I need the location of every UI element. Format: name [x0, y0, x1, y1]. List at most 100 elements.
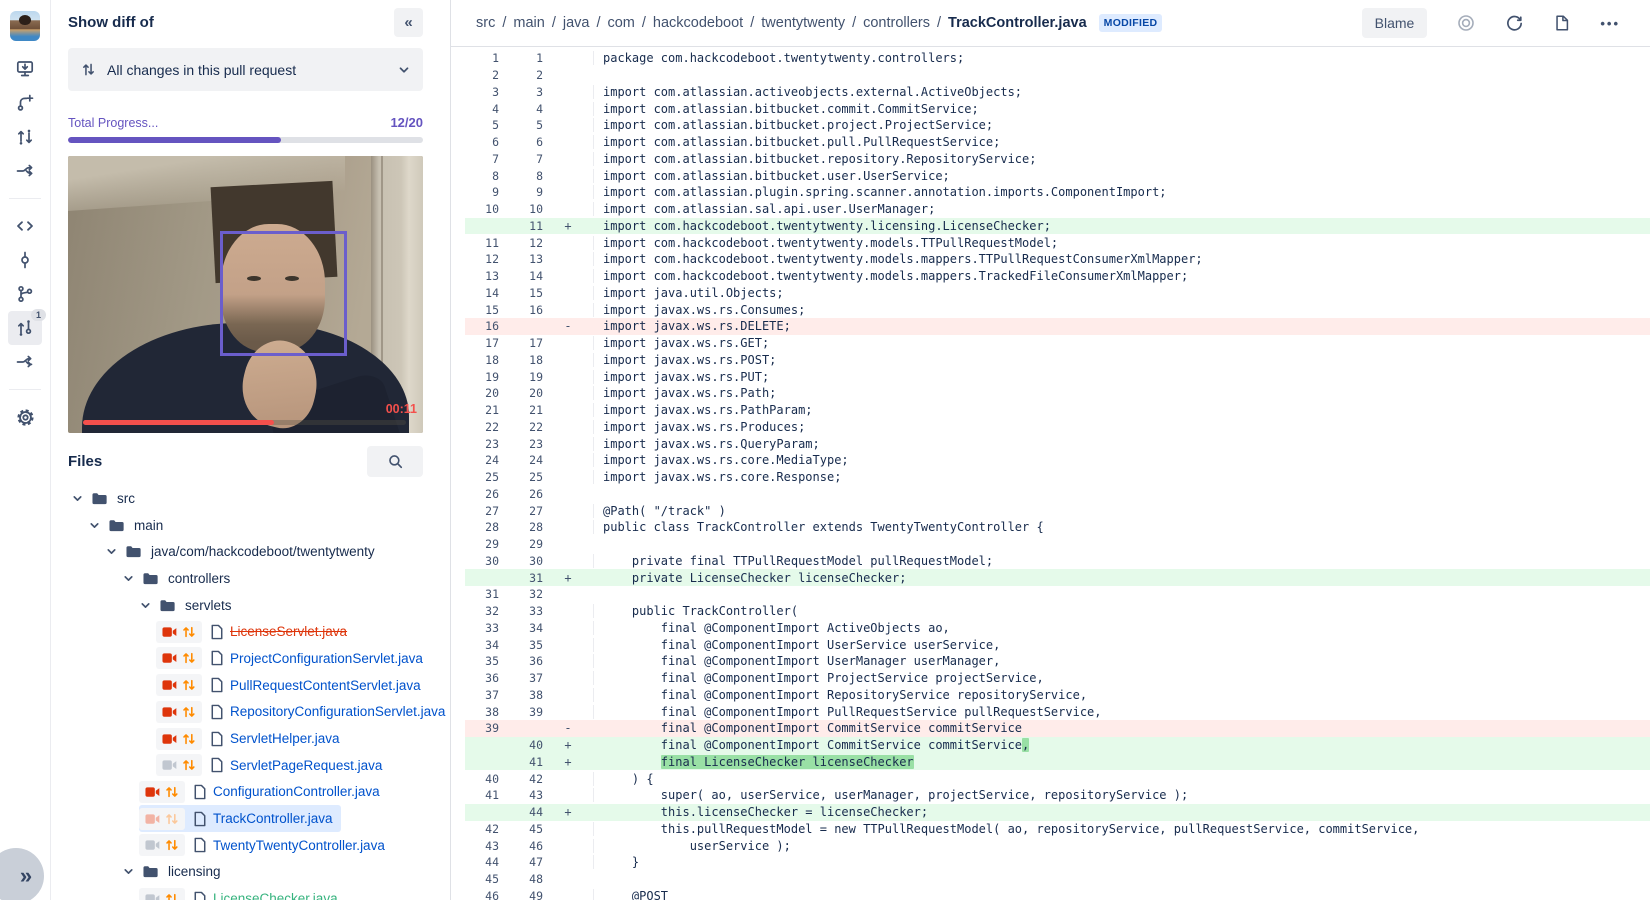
new-line-number[interactable]: 17: [499, 336, 543, 350]
new-line-number[interactable]: 18: [499, 353, 543, 367]
unwatch-target-icon[interactable]: [1456, 13, 1476, 33]
tree-file[interactable]: RepositoryConfigurationServlet.java: [156, 699, 450, 726]
new-line-number[interactable]: 24: [499, 453, 543, 467]
new-line-number[interactable]: 28: [499, 520, 543, 534]
tree-file[interactable]: TwentyTwentyController.java: [139, 832, 393, 859]
old-line-number[interactable]: 17: [465, 336, 499, 350]
new-line-number[interactable]: 19: [499, 370, 543, 384]
tree-file[interactable]: ConfigurationController.java: [139, 779, 388, 806]
new-line-number[interactable]: 15: [499, 286, 543, 300]
new-line-number[interactable]: 49: [499, 889, 543, 900]
old-line-number[interactable]: 13: [465, 269, 499, 283]
old-line-number[interactable]: 46: [465, 889, 499, 900]
old-line-number[interactable]: 37: [465, 688, 499, 702]
new-line-number[interactable]: 42: [499, 772, 543, 786]
old-line-number[interactable]: 18: [465, 353, 499, 367]
old-line-number[interactable]: 9: [465, 185, 499, 199]
old-line-number[interactable]: 10: [465, 202, 499, 216]
pull-request-icon[interactable]: 1: [8, 309, 46, 345]
more-options-button[interactable]: •••: [1600, 16, 1620, 31]
new-line-number[interactable]: 13: [499, 252, 543, 266]
tree-file[interactable]: PullRequestContentServlet.java: [156, 672, 429, 699]
tree-file[interactable]: ProjectConfigurationServlet.java: [156, 645, 431, 672]
new-line-number[interactable]: 47: [499, 855, 543, 869]
new-line-number[interactable]: 44: [499, 805, 543, 819]
tree-folder[interactable]: main: [88, 512, 171, 539]
old-line-number[interactable]: 41: [465, 788, 499, 802]
file-document-icon[interactable]: [1553, 14, 1571, 32]
diff-scope-dropdown[interactable]: All changes in this pull request: [68, 48, 423, 91]
incoming-changes-icon[interactable]: [8, 120, 42, 154]
new-line-number[interactable]: 27: [499, 504, 543, 518]
fork-create-icon[interactable]: [8, 154, 42, 188]
old-line-number[interactable]: 27: [465, 504, 499, 518]
tree-file[interactable]: TrackController.java: [139, 805, 341, 832]
old-line-number[interactable]: 23: [465, 437, 499, 451]
new-line-number[interactable]: 2: [499, 68, 543, 82]
old-line-number[interactable]: 1: [465, 51, 499, 65]
old-line-number[interactable]: 3: [465, 85, 499, 99]
old-line-number[interactable]: 21: [465, 403, 499, 417]
new-line-number[interactable]: 41: [499, 755, 543, 769]
new-line-number[interactable]: 36: [499, 654, 543, 668]
tree-file[interactable]: ServletPageRequest.java: [156, 752, 390, 779]
old-line-number[interactable]: 31: [465, 587, 499, 601]
old-line-number[interactable]: 40: [465, 772, 499, 786]
new-line-number[interactable]: 3: [499, 85, 543, 99]
old-line-number[interactable]: 25: [465, 470, 499, 484]
new-line-number[interactable]: 40: [499, 738, 543, 752]
new-line-number[interactable]: 43: [499, 788, 543, 802]
new-line-number[interactable]: 35: [499, 638, 543, 652]
old-line-number[interactable]: 38: [465, 705, 499, 719]
old-line-number[interactable]: 2: [465, 68, 499, 82]
old-line-number[interactable]: 24: [465, 453, 499, 467]
old-line-number[interactable]: 11: [465, 236, 499, 250]
new-line-number[interactable]: 21: [499, 403, 543, 417]
old-line-number[interactable]: 8: [465, 169, 499, 183]
tree-folder[interactable]: controllers: [122, 565, 238, 592]
tree-folder[interactable]: servlets: [139, 592, 240, 619]
file-search-button[interactable]: [367, 446, 423, 477]
blame-button[interactable]: Blame: [1361, 8, 1428, 38]
new-line-number[interactable]: 33: [499, 604, 543, 618]
new-line-number[interactable]: 38: [499, 688, 543, 702]
old-line-number[interactable]: 30: [465, 554, 499, 568]
new-line-number[interactable]: 20: [499, 386, 543, 400]
new-line-number[interactable]: 23: [499, 437, 543, 451]
webcam-video-player[interactable]: 00:11: [68, 156, 423, 433]
old-line-number[interactable]: 44: [465, 855, 499, 869]
old-line-number[interactable]: 19: [465, 370, 499, 384]
old-line-number[interactable]: 42: [465, 822, 499, 836]
checkout-icon[interactable]: [8, 52, 42, 86]
new-line-number[interactable]: 4: [499, 102, 543, 116]
new-line-number[interactable]: 6: [499, 135, 543, 149]
commit-icon[interactable]: [8, 243, 42, 277]
video-progress-track[interactable]: [83, 420, 406, 425]
new-line-number[interactable]: 29: [499, 537, 543, 551]
old-line-number[interactable]: 32: [465, 604, 499, 618]
old-line-number[interactable]: 26: [465, 487, 499, 501]
new-line-number[interactable]: 7: [499, 152, 543, 166]
tree-folder[interactable]: src: [71, 485, 143, 512]
new-line-number[interactable]: 39: [499, 705, 543, 719]
old-line-number[interactable]: 5: [465, 118, 499, 132]
old-line-number[interactable]: 16: [465, 319, 499, 333]
fork-icon[interactable]: [8, 345, 42, 379]
new-line-number[interactable]: 25: [499, 470, 543, 484]
branch-icon[interactable]: [8, 277, 42, 311]
new-line-number[interactable]: 22: [499, 420, 543, 434]
new-line-number[interactable]: 16: [499, 303, 543, 317]
new-line-number[interactable]: 31: [499, 571, 543, 585]
new-line-number[interactable]: 10: [499, 202, 543, 216]
new-line-number[interactable]: 1: [499, 51, 543, 65]
collapse-panel-button[interactable]: «: [394, 7, 423, 37]
old-line-number[interactable]: 6: [465, 135, 499, 149]
new-line-number[interactable]: 32: [499, 587, 543, 601]
new-line-number[interactable]: 14: [499, 269, 543, 283]
new-line-number[interactable]: 46: [499, 839, 543, 853]
new-line-number[interactable]: 9: [499, 185, 543, 199]
old-line-number[interactable]: 15: [465, 303, 499, 317]
old-line-number[interactable]: 14: [465, 286, 499, 300]
tree-file[interactable]: LicenseServlet.java: [156, 618, 355, 645]
tree-file[interactable]: ServletHelper.java: [156, 725, 348, 752]
